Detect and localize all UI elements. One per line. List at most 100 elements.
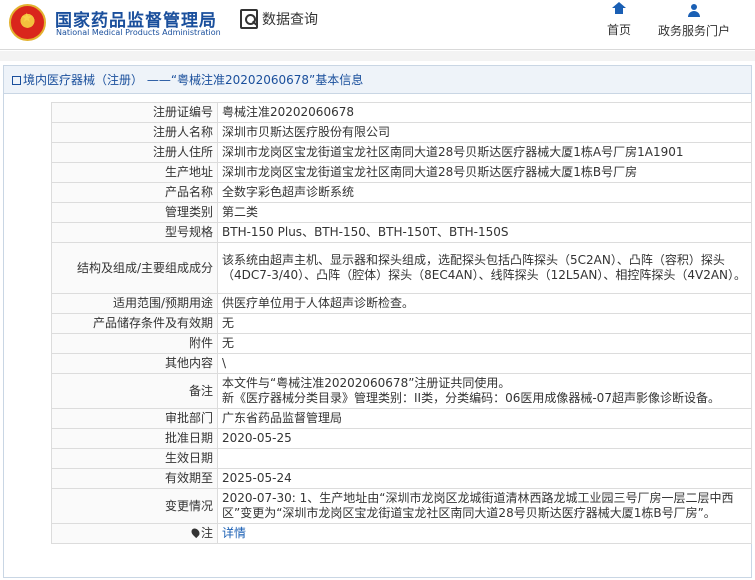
row-value: 2020-05-25 — [217, 428, 752, 449]
row-value: 第二类 — [217, 202, 752, 223]
row-key-label: 注册证编号 — [152, 105, 213, 119]
row-value: 深圳市龙岗区宝龙街道宝龙社区南同大道28号贝斯达医疗器械大厦1栋A号厂房1A19… — [217, 142, 752, 163]
table-row: 产品储存条件及有效期无 — [51, 313, 752, 334]
row-key: 注册人住所 — [51, 142, 218, 163]
row-key: 审批部门 — [51, 408, 218, 429]
row-key: 注册证编号 — [51, 102, 218, 123]
row-key-label: 其他内容 — [164, 356, 213, 370]
row-value: 无 — [217, 313, 752, 334]
national-emblem-icon — [9, 4, 46, 41]
row-key: 结构及组成/主要组成成分 — [51, 242, 218, 294]
nav-service-portal[interactable]: 政务服务门户 — [654, 4, 734, 39]
table-row: 生效日期 — [51, 448, 752, 469]
row-key: 注 — [51, 523, 218, 544]
row-value: 深圳市贝斯达医疗股份有限公司 — [217, 122, 752, 143]
row-value-text: 本文件与“粤械注准20202060678”注册证共同使用。 新《医疗器械分类目录… — [222, 376, 720, 405]
row-value-text: 供医疗单位用于人体超声诊断检查。 — [222, 296, 415, 310]
info-panel: 境内医疗器械（注册） ——“粤械注准20202060678”基本信息 注册证编号… — [3, 65, 752, 578]
row-key: 型号规格 — [51, 222, 218, 243]
row-value: \ — [217, 353, 752, 374]
row-value-text: 该系统由超声主机、显示器和探头组成，选配探头包括凸阵探头（5C2AN）、凸阵（容… — [222, 253, 747, 282]
row-value-text: 全数字彩色超声诊断系统 — [222, 185, 355, 199]
table-row: 注册人住所 深圳市龙岗区宝龙街道宝龙社区南同大道28号贝斯达医疗器械大厦1栋A号厂… — [51, 142, 752, 163]
nav-service-label: 政务服务门户 — [657, 24, 730, 38]
row-key: 附件 — [51, 333, 218, 354]
row-key-label: 注 — [200, 526, 213, 540]
table-row: 变更情况 2020-07-30: 1、生产地址由“深圳市龙岗区龙城街道清林西路龙城… — [51, 488, 752, 524]
home-icon — [612, 2, 626, 17]
table-row: 注册证编号 粤械注准20202060678 — [51, 102, 752, 123]
row-key: 管理类别 — [51, 202, 218, 223]
registration-info-table: 注册证编号 粤械注准20202060678 注册人名称 深圳市贝斯达医疗股份有限公司注… — [51, 102, 752, 544]
row-key-label: 备注 — [188, 383, 213, 398]
row-key-label: 批准日期 — [164, 431, 213, 445]
row-key: 有效期至 — [51, 468, 218, 489]
data-search-link[interactable]: 数据查询 — [240, 9, 318, 29]
row-value-text: 深圳市龙岗区宝龙街道宝龙社区南同大道28号贝斯达医疗器械大厦1栋A号厂房1A19… — [222, 145, 684, 159]
row-value-text: 2025-05-24 — [222, 471, 292, 485]
row-key-label: 附件 — [188, 336, 213, 350]
row-key: 批准日期 — [51, 428, 218, 449]
site-header: 国家药品监督管理局 National Medical Products Admi… — [0, 0, 755, 50]
row-key-label: 产品储存条件及有效期 — [92, 316, 213, 330]
row-key-label: 有效期至 — [164, 471, 213, 485]
user-icon — [688, 4, 700, 18]
row-value: 本文件与“粤械注准20202060678”注册证共同使用。 新《医疗器械分类目录… — [217, 373, 752, 409]
table-row: 注详情 — [51, 523, 752, 544]
row-key-label: 型号规格 — [164, 225, 213, 239]
square-icon — [12, 76, 21, 85]
row-key: 备注 — [51, 373, 218, 409]
row-value-text: \ — [222, 356, 227, 370]
table-row: 型号规格 BTH-150 Plus、BTH-150、BTH-150T、BTH-15… — [51, 222, 752, 243]
row-key-label: 注册人住所 — [152, 145, 213, 159]
row-value: 2020-07-30: 1、生产地址由“深圳市龙岗区龙城街道清林西路龙城工业园三… — [217, 488, 752, 524]
row-key: 产品储存条件及有效期 — [51, 313, 218, 334]
row-value: 该系统由超声主机、显示器和探头组成，选配探头包括凸阵探头（5C2AN）、凸阵（容… — [217, 242, 752, 294]
site-name-en: National Medical Products Administration — [56, 28, 221, 37]
row-value-text: BTH-150 Plus、BTH-150、BTH-150T、BTH-150S — [222, 225, 509, 239]
row-value-text: 2020-05-25 — [222, 431, 292, 445]
header-divider-band — [0, 51, 755, 61]
row-key-label: 生效日期 — [164, 451, 213, 465]
row-key: 变更情况 — [51, 488, 218, 524]
row-key-label: 变更情况 — [164, 498, 213, 513]
nav-home-label: 首页 — [606, 23, 631, 37]
row-value: 深圳市龙岗区宝龙街道宝龙社区南同大道28号贝斯达医疗器械大厦1栋B号厂房 — [217, 162, 752, 183]
table-row: 管理类别 第二类 — [51, 202, 752, 223]
table-row: 产品名称 全数字彩色超声诊断系统 — [51, 182, 752, 203]
row-key-label: 生产地址 — [164, 165, 213, 179]
nav-home[interactable]: 首页 — [604, 2, 634, 38]
row-key: 生产地址 — [51, 162, 218, 183]
row-value: 粤械注准20202060678 — [217, 102, 752, 123]
row-key-label: 审批部门 — [164, 411, 213, 425]
row-value: 供医疗单位用于人体超声诊断检查。 — [217, 293, 752, 314]
table-row: 备注 本文件与“粤械注准20202060678”注册证共同使用。 新《医疗器械分类… — [51, 373, 752, 409]
table-row: 附件无 — [51, 333, 752, 354]
row-value-text: 无 — [222, 316, 235, 330]
row-key: 产品名称 — [51, 182, 218, 203]
row-key-label: 管理类别 — [164, 205, 213, 219]
details-link[interactable]: 详情 — [222, 526, 246, 540]
row-value: 详情 — [217, 523, 752, 544]
pin-icon — [189, 526, 202, 539]
row-key-label: 适用范围/预期用途 — [112, 296, 213, 310]
table-row: 生产地址 深圳市龙岗区宝龙街道宝龙社区南同大道28号贝斯达医疗器械大厦1栋B号厂房 — [51, 162, 752, 183]
row-key: 注册人名称 — [51, 122, 218, 143]
row-value-text: 第二类 — [222, 205, 259, 219]
panel-title: 境内医疗器械（注册） ——“粤械注准20202060678”基本信息 — [4, 66, 751, 94]
panel-title-text: 境内医疗器械（注册） ——“粤械注准20202060678”基本信息 — [23, 73, 364, 87]
row-value-text: 2020-07-30: 1、生产地址由“深圳市龙岗区龙城街道清林西路龙城工业园三… — [222, 491, 734, 520]
table-row: 结构及组成/主要组成成分 该系统由超声主机、显示器和探头组成，选配探头包括凸阵探头… — [51, 242, 752, 294]
row-value-text: 广东省药品监督管理局 — [222, 411, 343, 425]
row-key: 生效日期 — [51, 448, 218, 469]
search-icon — [240, 9, 258, 29]
table-row: 其他内容 \ — [51, 353, 752, 374]
row-value: 广东省药品监督管理局 — [217, 408, 752, 429]
data-search-label: 数据查询 — [262, 12, 318, 28]
row-value — [217, 448, 752, 469]
row-value: 无 — [217, 333, 752, 354]
table-row: 注册人名称 深圳市贝斯达医疗股份有限公司 — [51, 122, 752, 143]
row-key-label: 结构及组成/主要组成成分 — [76, 260, 213, 275]
row-value: 全数字彩色超声诊断系统 — [217, 182, 752, 203]
row-key: 适用范围/预期用途 — [51, 293, 218, 314]
